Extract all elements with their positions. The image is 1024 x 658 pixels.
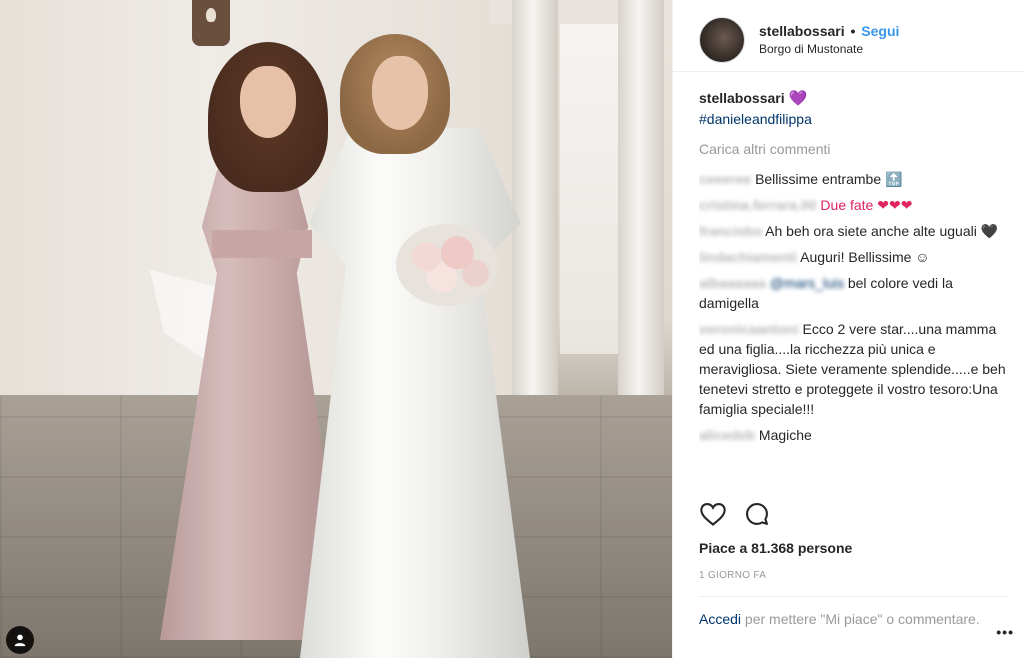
comment-username[interactable]: ceeeree	[699, 171, 751, 187]
photo-bride-face	[372, 56, 428, 130]
photo-opening	[560, 24, 618, 354]
post-header: stellabossari • Segui Borgo di Mustonate	[673, 0, 1024, 72]
comments-list[interactable]: stellabossari 💜 #danieleandfilippa Caric…	[699, 88, 1009, 490]
comment-item: veronicaantoni Ecco 2 vere star....una m…	[699, 319, 1009, 419]
comment-username[interactable]: albaaaaaa	[699, 275, 766, 291]
heart-outline-icon[interactable]	[699, 500, 727, 528]
comment-text: Magiche	[758, 427, 812, 443]
photo-dress-sash	[212, 230, 312, 258]
instagram-post: stellabossari • Segui Borgo di Mustonate…	[0, 0, 1024, 658]
login-link[interactable]: Accedi	[699, 611, 741, 627]
comment-username[interactable]: veronicaantoni	[699, 321, 799, 337]
hashtag-link[interactable]: #danieleandfilippa	[699, 109, 1009, 129]
header-line: stellabossari • Segui	[759, 23, 899, 39]
comment-text: Due fate ❤❤❤	[820, 197, 913, 213]
photo-bouquet	[396, 224, 498, 306]
comment-item: cristina.ferrara.00 Due fate ❤❤❤	[699, 195, 1009, 215]
load-more-comments-button[interactable]: Carica altri commenti	[699, 139, 1009, 159]
user-tag-icon[interactable]	[6, 626, 34, 654]
person-icon	[14, 634, 26, 647]
post-caption: stellabossari 💜 #danieleandfilippa	[699, 88, 1009, 129]
comment-username[interactable]: alicedeb	[699, 427, 755, 443]
purple-heart-emoji: 💜	[788, 90, 808, 107]
comment-item: francisbo Ah beh ora siete anche alte ug…	[699, 221, 1009, 241]
header-separator: •	[850, 23, 856, 39]
location-link[interactable]: Borgo di Mustonate	[759, 42, 899, 56]
post-side-panel: stellabossari • Segui Borgo di Mustonate…	[672, 0, 1024, 658]
photo-wall-lamp	[192, 0, 230, 46]
comment-username[interactable]: francisbo	[699, 223, 762, 239]
photo-white-dress	[300, 128, 530, 658]
header-username[interactable]: stellabossari	[759, 23, 845, 39]
follow-button[interactable]: Segui	[861, 23, 899, 39]
comment-text: Ah beh ora siete anche alte uguali 🖤	[765, 223, 999, 239]
comment-item: albaaaaaa @mars_luis bel colore vedi la …	[699, 273, 1009, 313]
post-actions	[699, 500, 771, 528]
photo-girl-face	[240, 66, 296, 138]
caption-username[interactable]: stellabossari	[699, 90, 785, 106]
comment-item: ceeeree Bellissime entrambe 🔝	[699, 169, 1009, 189]
header-text: stellabossari • Segui Borgo di Mustonate	[759, 23, 899, 56]
comment-bubble-icon[interactable]	[743, 500, 771, 528]
login-prompt-text: per mettere "Mi piace" o commentare.	[741, 611, 980, 627]
comment-text: Bellissime entrambe 🔝	[755, 171, 903, 187]
post-timestamp: 1 GIORNO FA	[699, 570, 767, 581]
login-prompt: Accedi per mettere "Mi piace" o commenta…	[699, 596, 1009, 629]
avatar[interactable]	[699, 16, 745, 63]
comment-text: Auguri! Bellissime ☺	[800, 249, 930, 265]
comment-username[interactable]: lindachiamenti	[699, 249, 797, 265]
more-options-button[interactable]: •••	[996, 624, 1014, 640]
comment-item: alicedeb Magiche	[699, 425, 1009, 445]
likes-count[interactable]: Piace a 81.368 persone	[699, 540, 852, 556]
comment-item: lindachiamenti Auguri! Bellissime ☺	[699, 247, 1009, 267]
comment-username[interactable]: cristina.ferrara.00	[699, 197, 817, 213]
comment-mention[interactable]: @mars_luis	[770, 275, 844, 291]
post-photo[interactable]	[0, 0, 672, 658]
